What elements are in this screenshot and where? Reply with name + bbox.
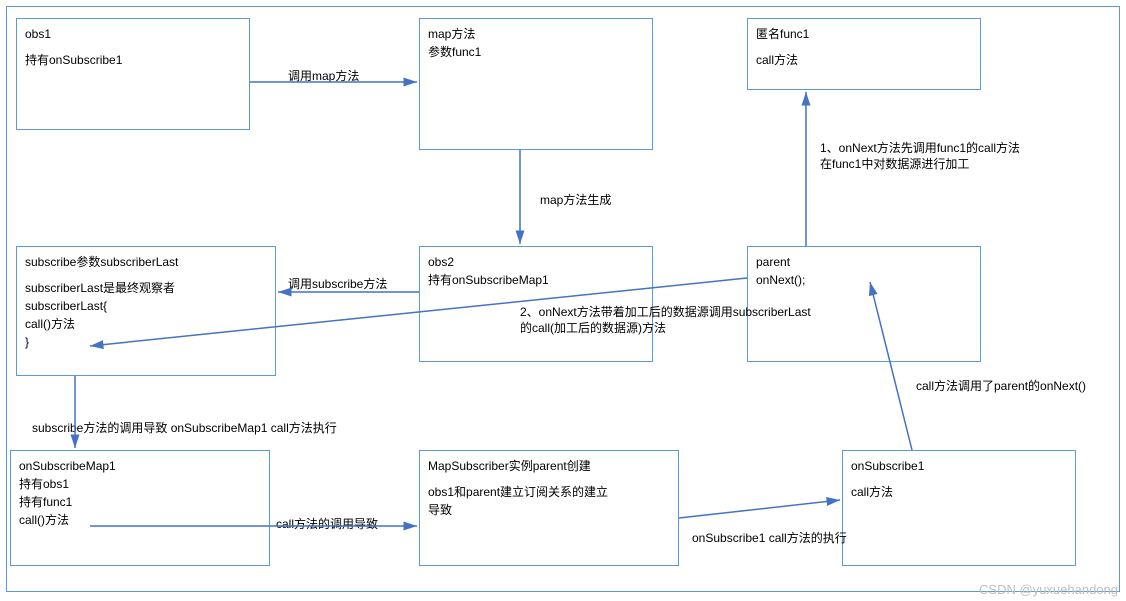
box-title: obs2 bbox=[428, 253, 644, 271]
box-onsubscribemap1: onSubscribeMap1 持有obs1 持有func1 call()方法 bbox=[10, 450, 270, 566]
label-call-map: 调用map方法 bbox=[288, 68, 359, 84]
box-line: subscriberLast{ bbox=[25, 297, 267, 315]
box-line: 持有onSubscribe1 bbox=[25, 51, 241, 69]
box-line: onNext(); bbox=[756, 271, 972, 289]
box-mapsubscriber: MapSubscriber实例parent创建 obs1和parent建立订阅关… bbox=[419, 450, 679, 566]
box-line: subscriberLast是最终观察者 bbox=[25, 279, 267, 297]
box-line: call方法 bbox=[851, 483, 1067, 501]
box-line: call()方法 bbox=[25, 315, 267, 333]
label-note1b: 在func1中对数据源进行加工 bbox=[820, 156, 969, 172]
box-title: obs1 bbox=[25, 25, 241, 43]
box-line: 参数func1 bbox=[428, 43, 644, 61]
box-title: onSubscribe1 bbox=[851, 457, 1067, 475]
watermark: CSDN @yuxuehandong bbox=[979, 582, 1118, 597]
box-line: 持有func1 bbox=[19, 493, 261, 511]
box-title: onSubscribeMap1 bbox=[19, 457, 261, 475]
label-map-gen: map方法生成 bbox=[540, 192, 611, 208]
label-subscribe-cause: subscribe方法的调用导致 onSubscribeMap1 call方法执… bbox=[32, 420, 337, 436]
label-call-cause: call方法的调用导致 bbox=[276, 516, 378, 532]
box-line: } bbox=[25, 333, 267, 351]
box-map: map方法 参数func1 bbox=[419, 18, 653, 150]
box-line: 导致 bbox=[428, 501, 670, 519]
box-title: map方法 bbox=[428, 25, 644, 43]
box-line: 持有obs1 bbox=[19, 475, 261, 493]
box-line: 持有onSubscribeMap1 bbox=[428, 271, 644, 289]
box-title: 匿名func1 bbox=[756, 25, 972, 43]
box-subscriber-last: subscribe参数subscriberLast subscriberLast… bbox=[16, 246, 276, 376]
label-call-parent: call方法调用了parent的onNext() bbox=[916, 378, 1086, 394]
diagram-canvas: obs1 持有onSubscribe1 map方法 参数func1 匿名func… bbox=[0, 0, 1126, 601]
box-line: call()方法 bbox=[19, 511, 261, 529]
box-title: subscribe参数subscriberLast bbox=[25, 253, 267, 271]
box-line: call方法 bbox=[756, 51, 972, 69]
box-onsubscribe1: onSubscribe1 call方法 bbox=[842, 450, 1076, 566]
box-obs1: obs1 持有onSubscribe1 bbox=[16, 18, 250, 130]
box-line: obs1和parent建立订阅关系的建立 bbox=[428, 483, 670, 501]
label-note2a: 2、onNext方法带着加工后的数据源调用subscriberLast bbox=[520, 304, 811, 320]
label-note2b: 的call(加工后的数据源)方法 bbox=[520, 320, 666, 336]
box-title: MapSubscriber实例parent创建 bbox=[428, 457, 670, 475]
label-note1a: 1、onNext方法先调用func1的call方法 bbox=[820, 140, 1020, 156]
label-onsub1-exec: onSubscribe1 call方法的执行 bbox=[692, 530, 847, 546]
box-func1: 匿名func1 call方法 bbox=[747, 18, 981, 90]
box-title: parent bbox=[756, 253, 972, 271]
label-call-subscribe: 调用subscribe方法 bbox=[288, 276, 387, 292]
